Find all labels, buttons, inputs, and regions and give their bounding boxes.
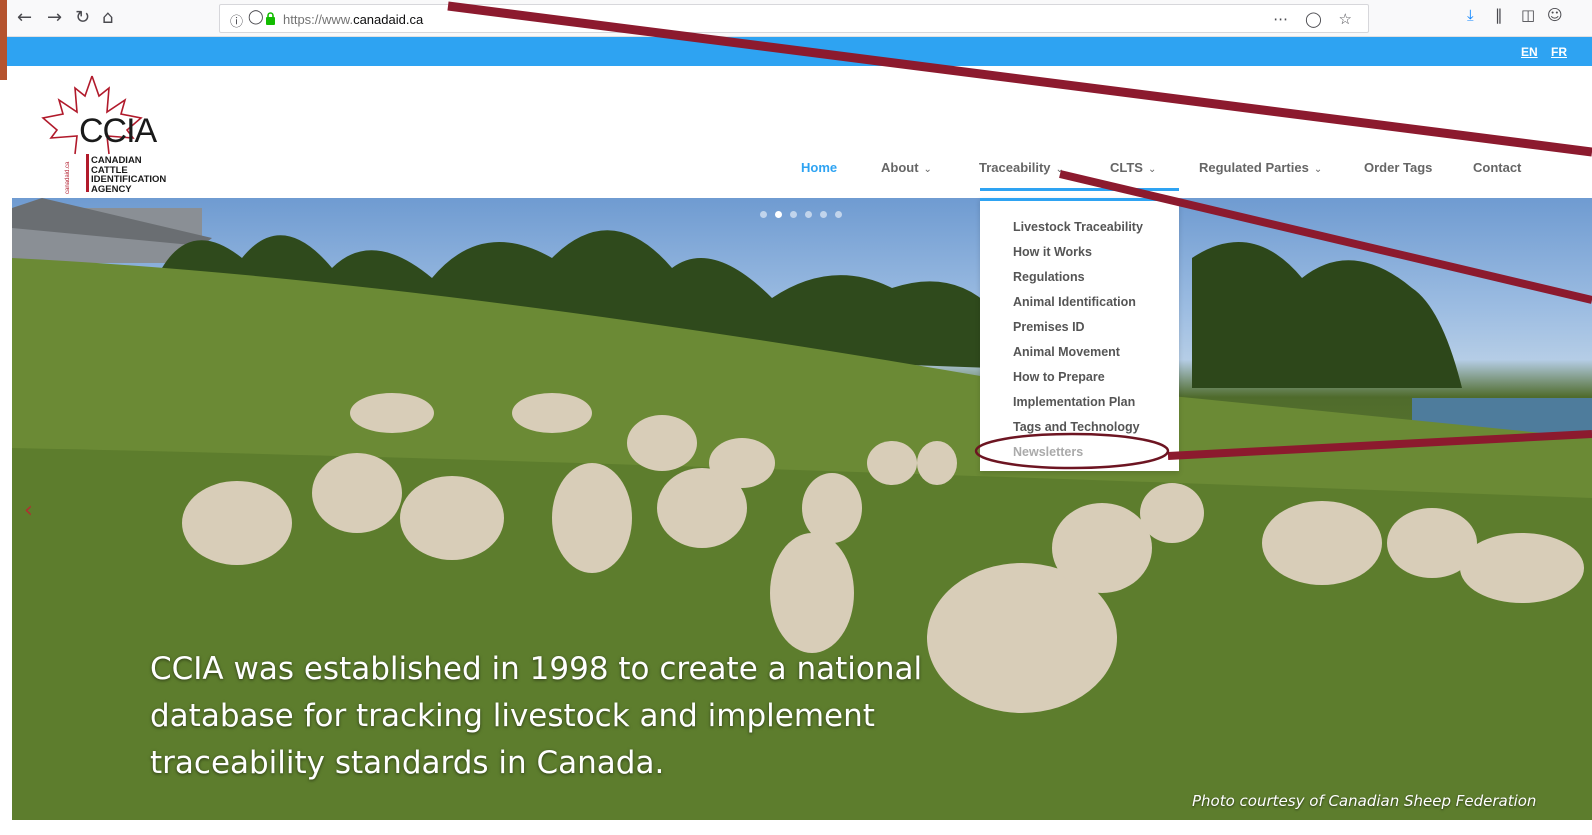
dropdown-item-animal-identification[interactable]: Animal Identification xyxy=(1013,295,1136,309)
reload-icon[interactable]: ↻ xyxy=(75,6,90,30)
info-icon[interactable]: ⓘ xyxy=(230,11,243,30)
bookmark-star-icon[interactable]: ☆ xyxy=(1339,10,1358,28)
site-header: CCIA canadaid.ca CANADIAN CATTLE IDENTIF… xyxy=(7,66,1592,198)
traceability-dropdown: Livestock Traceability How it Works Regu… xyxy=(980,198,1179,471)
download-icon[interactable]: ⤓ xyxy=(1467,6,1474,24)
back-arrow-icon[interactable]: ← xyxy=(17,6,32,30)
nav-about[interactable]: About ⌄ xyxy=(881,160,932,175)
dropdown-item-regulations[interactable]: Regulations xyxy=(1013,270,1085,284)
library-icon[interactable]: ‖ xyxy=(1495,6,1503,24)
slider-dot[interactable] xyxy=(790,211,797,218)
url-text: https://www.canadaid.ca xyxy=(283,12,424,27)
home-icon[interactable]: ⌂ xyxy=(102,6,113,30)
hero-caption-line-1: CCIA was established in 1998 to create a… xyxy=(150,651,923,687)
chevron-down-icon: ⌄ xyxy=(1147,164,1157,175)
hero-caption-line-3: traceability standards in Canada. xyxy=(150,745,665,781)
nav-order-tags[interactable]: Order Tags xyxy=(1364,160,1432,175)
nav-traceability[interactable]: Traceability ⌄ xyxy=(979,160,1064,175)
nav-contact[interactable]: Contact xyxy=(1473,160,1521,175)
dropdown-item-animal-movement[interactable]: Animal Movement xyxy=(1013,345,1120,359)
chevron-down-icon: ⌄ xyxy=(1055,164,1064,175)
dropdown-item-newsletters[interactable]: Newsletters xyxy=(1013,445,1083,459)
slider-dot-active[interactable] xyxy=(775,211,782,218)
dropdown-item-premises-id[interactable]: Premises ID xyxy=(1013,320,1085,334)
forward-arrow-icon[interactable]: → xyxy=(47,6,62,30)
dropdown-item-livestock-traceability[interactable]: Livestock Traceability xyxy=(1013,220,1143,234)
lock-icon xyxy=(266,12,275,25)
more-actions-icon[interactable]: ⋯ xyxy=(1273,10,1294,28)
hero-caption-line-2: database for tracking livestock and impl… xyxy=(150,698,875,734)
nav-home[interactable]: Home xyxy=(801,160,837,175)
logo-line-4: AGENCY xyxy=(91,183,132,195)
hero-caption: CCIA was established in 1998 to create a… xyxy=(150,646,970,787)
dropdown-item-tags-and-technology[interactable]: Tags and Technology xyxy=(1013,420,1140,434)
logo-side-text: canadaid.ca xyxy=(65,161,71,194)
slider-prev-arrow-icon[interactable]: ‹ xyxy=(24,498,33,523)
slider-dot[interactable] xyxy=(805,211,812,218)
shield-icon[interactable]: ◯ xyxy=(248,9,264,25)
nav-traceability-label: Traceability xyxy=(979,160,1051,175)
photo-credit: Photo courtesy of Canadian Sheep Federat… xyxy=(1192,792,1537,810)
lang-fr-link[interactable]: FR xyxy=(1551,45,1567,59)
nav-regulated-parties[interactable]: Regulated Parties ⌄ xyxy=(1199,160,1322,175)
pocket-icon[interactable]: ◯ xyxy=(1305,10,1328,28)
nav-active-underline xyxy=(980,188,1179,191)
browser-toolbar: ← → ↻ ⌂ ⓘ ◯ https://www.canadaid.ca ⋯ ◯ … xyxy=(7,0,1592,37)
slider-dots xyxy=(760,205,850,223)
nav-regulated-parties-label: Regulated Parties xyxy=(1199,160,1309,175)
top-bar: EN FR xyxy=(7,37,1592,66)
page-actions: ⋯ ◯ ☆ xyxy=(1273,10,1358,28)
sidebar-icon[interactable]: ◫ xyxy=(1521,6,1535,24)
dropdown-item-implementation-plan[interactable]: Implementation Plan xyxy=(1013,395,1135,409)
dropdown-item-how-to-prepare[interactable]: How to Prepare xyxy=(1013,370,1105,384)
nav-clts[interactable]: CLTS ⌄ xyxy=(1110,160,1156,175)
chevron-down-icon: ⌄ xyxy=(923,164,932,175)
logo-agency-name: CANADIAN CATTLE IDENTIFICATION AGENCY xyxy=(91,156,166,194)
logo-acronym: CCIA xyxy=(79,112,157,150)
slider-dot[interactable] xyxy=(820,211,827,218)
left-accent-stripe xyxy=(0,0,7,80)
chevron-down-icon: ⌄ xyxy=(1313,164,1323,175)
nav-clts-label: CLTS xyxy=(1110,160,1143,175)
address-bar[interactable]: ⓘ ◯ https://www.canadaid.ca ⋯ ◯ ☆ xyxy=(219,4,1369,33)
nav-about-label: About xyxy=(881,160,919,175)
slider-dot[interactable] xyxy=(760,211,767,218)
slider-dot[interactable] xyxy=(835,211,842,218)
ccia-logo[interactable]: CCIA canadaid.ca CANADIAN CATTLE IDENTIF… xyxy=(37,74,167,194)
dropdown-item-how-it-works[interactable]: How it Works xyxy=(1013,245,1092,259)
lang-en-link[interactable]: EN xyxy=(1521,45,1538,59)
account-icon[interactable]: ☺ xyxy=(1547,6,1563,24)
hero-slider: ‹ CCIA was established in 1998 to create… xyxy=(12,198,1592,820)
logo-divider xyxy=(86,154,89,192)
